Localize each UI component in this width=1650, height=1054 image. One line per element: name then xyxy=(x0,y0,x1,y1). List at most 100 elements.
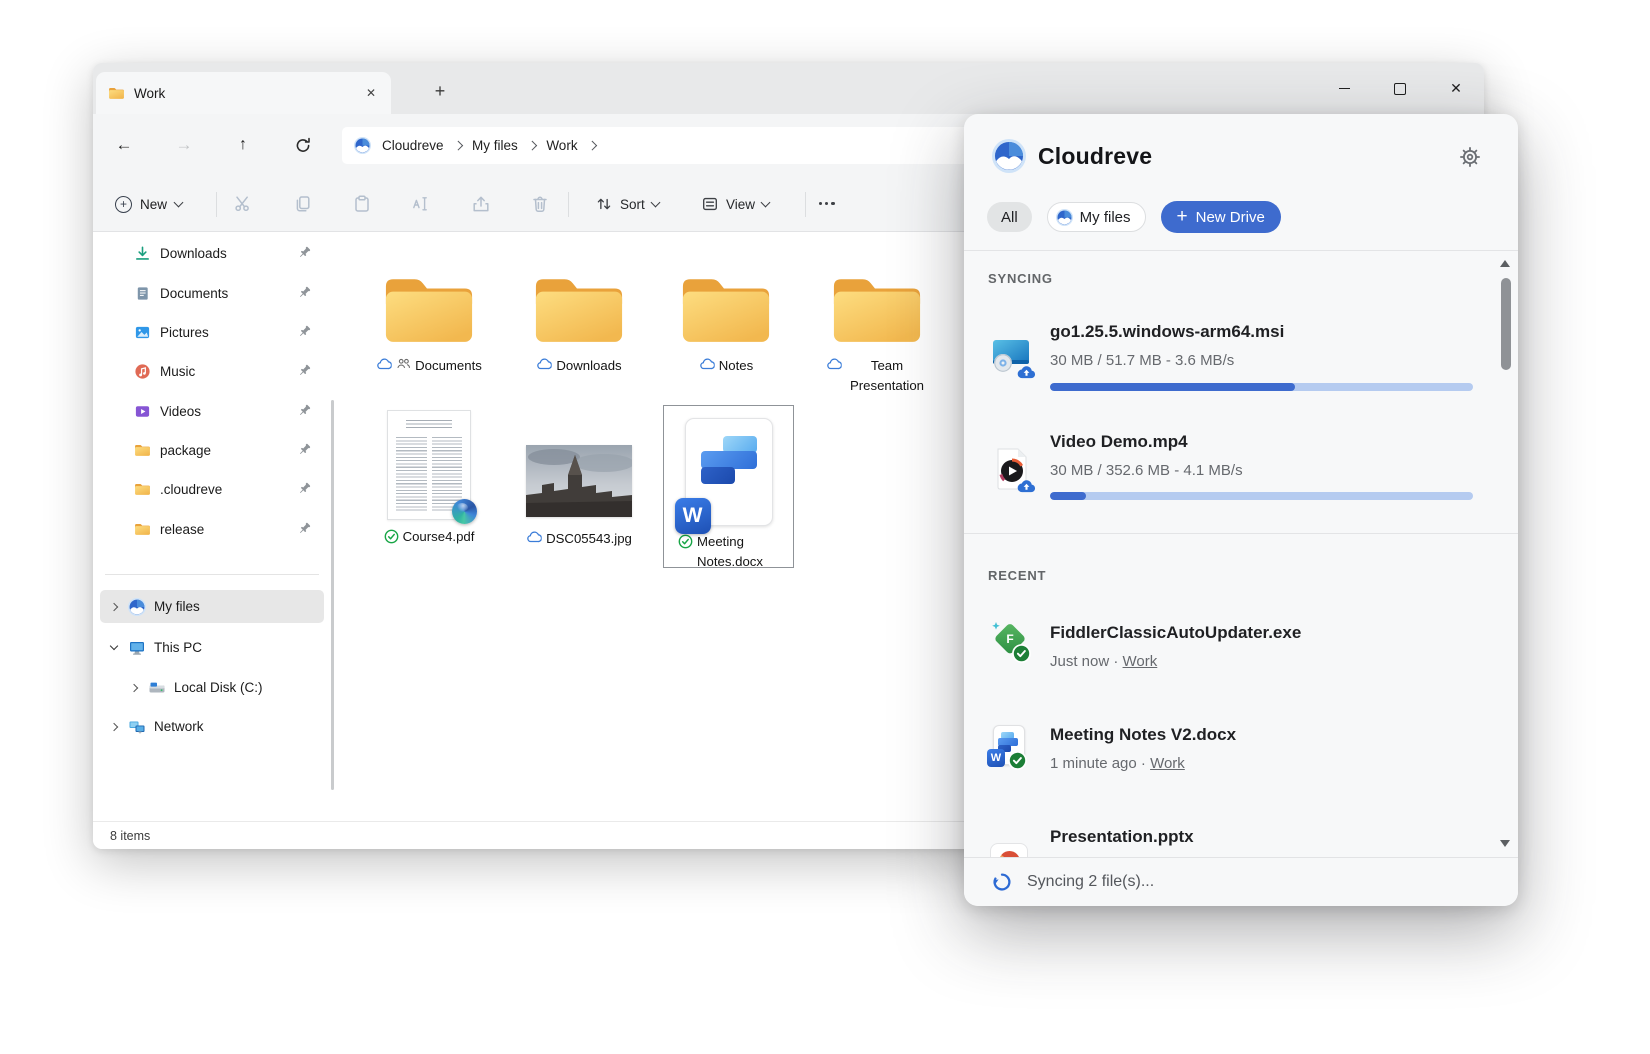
forward-button[interactable]: → xyxy=(167,128,201,162)
sidebar-item-documents[interactable]: Documents xyxy=(100,276,324,310)
scrollbar-down-icon[interactable] xyxy=(1500,840,1510,847)
syncing-section-label: SYNCING xyxy=(988,271,1053,286)
sidebar-item-my-files[interactable]: My files xyxy=(100,590,324,623)
network-icon xyxy=(128,718,146,736)
synced-check-icon xyxy=(678,534,693,549)
new-tab-button[interactable]: + xyxy=(425,76,455,106)
chevron-right-icon[interactable] xyxy=(453,141,462,150)
breadcrumb-work[interactable]: Work xyxy=(546,138,577,153)
recent-item-name[interactable]: Meeting Notes V2.docx xyxy=(1050,725,1236,745)
folder-item-documents[interactable]: Documents xyxy=(364,268,494,376)
more-options-icon[interactable] xyxy=(819,202,835,205)
sidebar-item-label: My files xyxy=(154,599,200,614)
up-button[interactable]: ↑ xyxy=(226,128,260,162)
close-button[interactable]: ✕ xyxy=(1428,63,1484,114)
gear-icon[interactable] xyxy=(1458,145,1482,169)
expand-chevron-icon[interactable] xyxy=(100,724,128,730)
scrollbar-up-icon[interactable] xyxy=(1500,260,1510,267)
plus-icon: + xyxy=(1177,207,1188,226)
filter-my-files-chip[interactable]: My files xyxy=(1047,202,1146,232)
view-button[interactable]: View xyxy=(693,185,777,223)
scrollbar-thumb[interactable] xyxy=(1501,278,1511,370)
sidebar-item-label: Pictures xyxy=(160,325,209,340)
folder-item-team-presentation[interactable]: Team Presentation xyxy=(812,268,942,396)
folder-item-downloads[interactable]: Downloads xyxy=(514,268,644,376)
paste-icon[interactable] xyxy=(352,194,372,214)
recent-section-label: RECENT xyxy=(988,568,1046,583)
sidebar-item-pictures[interactable]: Pictures xyxy=(100,315,324,349)
minimize-button[interactable] xyxy=(1316,63,1372,114)
sidebar-scrollbar[interactable] xyxy=(331,400,334,790)
tab-work[interactable]: Work ✕ xyxy=(96,72,391,114)
meta-separator: · xyxy=(1141,755,1146,772)
rename-icon[interactable] xyxy=(411,194,431,214)
word-logo-icon xyxy=(987,749,1005,767)
file-name: DSC05543.jpg xyxy=(546,529,632,549)
recent-item-location-link[interactable]: Work xyxy=(1123,653,1158,670)
sync-item-name[interactable]: go1.25.5.windows-arm64.msi xyxy=(1050,322,1284,342)
pdf-thumbnail xyxy=(387,410,471,520)
folder-icon xyxy=(134,522,151,536)
folder-item-notes[interactable]: Notes xyxy=(661,268,791,376)
folder-icon xyxy=(108,86,125,100)
new-button[interactable]: + New xyxy=(103,185,194,223)
copy-icon[interactable] xyxy=(293,194,313,214)
cut-icon[interactable] xyxy=(233,194,253,214)
recent-item-name[interactable]: Presentation.pptx xyxy=(1050,827,1194,847)
sidebar-item-this-pc[interactable]: This PC xyxy=(100,631,324,664)
sidebar-item-local-disk[interactable]: Local Disk (C:) xyxy=(100,671,344,704)
sort-button[interactable]: Sort xyxy=(587,185,667,223)
minimize-icon xyxy=(1339,88,1350,90)
documents-icon xyxy=(134,285,151,302)
sidebar-item-music[interactable]: Music xyxy=(100,354,324,388)
new-drive-button[interactable]: + New Drive xyxy=(1161,201,1281,233)
sidebar-item-cloudreve[interactable]: .cloudreve xyxy=(100,472,324,506)
filter-my-files-label: My files xyxy=(1080,209,1131,226)
tab-close-icon[interactable]: ✕ xyxy=(359,81,383,105)
videos-icon xyxy=(134,403,151,420)
cloudreve-icon xyxy=(354,137,371,154)
file-name: Course4.pdf xyxy=(403,527,475,547)
sidebar-item-downloads[interactable]: Downloads xyxy=(100,236,324,270)
chevron-right-icon[interactable] xyxy=(527,141,536,150)
chevron-right-icon[interactable] xyxy=(587,141,596,150)
file-name: Meeting Notes.docx xyxy=(697,532,779,572)
refresh-button[interactable] xyxy=(286,128,320,162)
sidebar-item-package[interactable]: package xyxy=(100,433,324,467)
cloud-upload-icon xyxy=(1017,364,1036,379)
folder-icon xyxy=(134,443,151,457)
cloud-status-icon xyxy=(699,358,715,370)
new-drive-label: New Drive xyxy=(1196,209,1265,226)
file-item-course4-pdf[interactable]: Course4.pdf xyxy=(364,410,494,547)
cloudreve-panel: Cloudreve All My files + New Drive SYNCI… xyxy=(964,114,1518,906)
footer-status-text: Syncing 2 file(s)... xyxy=(1027,873,1154,891)
sidebar-item-release[interactable]: release xyxy=(100,512,324,546)
fiddler-exe-icon: F xyxy=(988,617,1034,665)
breadcrumb-my-files[interactable]: My files xyxy=(472,138,518,153)
new-button-label: New xyxy=(140,197,167,212)
collapse-chevron-icon[interactable] xyxy=(100,646,128,649)
expand-chevron-icon[interactable] xyxy=(120,685,148,691)
file-item-dsc05543-jpg[interactable]: DSC05543.jpg xyxy=(514,445,644,549)
word-logo-icon xyxy=(675,498,711,534)
file-item-meeting-notes-docx-selected[interactable]: Meeting Notes.docx xyxy=(663,405,794,568)
recent-item-name[interactable]: FiddlerClassicAutoUpdater.exe xyxy=(1050,623,1301,643)
filter-all-chip[interactable]: All xyxy=(987,202,1032,232)
recent-item-meta: Just now · Work xyxy=(1050,653,1157,670)
sidebar-item-network[interactable]: Network xyxy=(100,710,324,743)
expand-chevron-icon[interactable] xyxy=(100,604,128,610)
recent-item-location-link[interactable]: Work xyxy=(1150,755,1185,772)
sync-item-name[interactable]: Video Demo.mp4 xyxy=(1050,432,1188,452)
delete-icon[interactable] xyxy=(530,194,550,214)
sidebar-divider xyxy=(105,574,319,575)
ma ximize-button[interactable] xyxy=(1372,63,1428,114)
back-button[interactable]: ← xyxy=(107,128,141,162)
breadcrumb-cloudreve[interactable]: Cloudreve xyxy=(382,138,444,153)
share-icon[interactable] xyxy=(471,194,491,214)
sidebar-item-videos[interactable]: Videos xyxy=(100,394,324,428)
filter-all-label: All xyxy=(1001,209,1018,226)
shared-people-icon xyxy=(396,358,411,369)
sync-item-progress-text: 30 MB / 51.7 MB - 3.6 MB/s xyxy=(1050,352,1234,369)
pin-icon xyxy=(297,363,312,378)
cloudreve-logo-icon xyxy=(992,139,1026,173)
